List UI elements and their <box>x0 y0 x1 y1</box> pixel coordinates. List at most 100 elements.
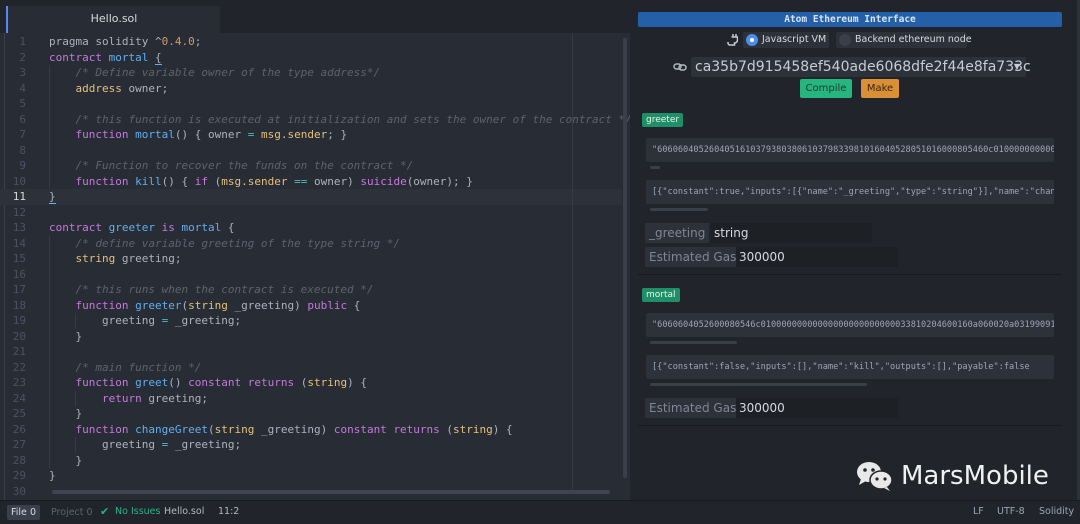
vertical-scrollbar[interactable] <box>623 38 627 478</box>
code-token: string <box>75 252 116 265</box>
line-number[interactable]: 5 <box>0 96 26 112</box>
line-number[interactable]: 6 <box>0 112 26 128</box>
code-line[interactable]: 21 <box>0 344 622 360</box>
abi-scrollbar[interactable] <box>650 208 708 211</box>
compile-button[interactable]: Compile <box>800 79 852 98</box>
line-number[interactable]: 1 <box>0 34 26 50</box>
code-line[interactable]: 18 function greeter(string _greeting) pu… <box>0 298 622 314</box>
line-number[interactable]: 19 <box>0 313 26 329</box>
greeter-bytecode[interactable]: "606060405260405161037938038061037983398… <box>646 138 1054 162</box>
line-number[interactable]: 23 <box>0 375 26 391</box>
code-line[interactable]: 6 /* this function is executed at initia… <box>0 112 631 128</box>
code-line[interactable]: 9 /* Function to recover the funds on th… <box>0 158 622 174</box>
line-number[interactable]: 30 <box>0 484 26 500</box>
abi-scrollbar[interactable] <box>650 383 867 386</box>
line-number[interactable]: 17 <box>0 282 26 298</box>
code-line[interactable]: 3 /* Define variable owner of the type a… <box>0 65 622 81</box>
line-number[interactable]: 27 <box>0 437 26 453</box>
bytecode-scrollbar[interactable] <box>650 341 737 344</box>
code-line[interactable]: 20 } <box>0 329 622 345</box>
line-content: contract mortal { <box>49 50 162 66</box>
line-number[interactable]: 7 <box>0 127 26 143</box>
code-line[interactable]: 14 /* define variable greeting of the ty… <box>0 236 622 252</box>
code-line[interactable]: 17 /* this runs when the contract is exe… <box>0 282 622 298</box>
line-number[interactable]: 3 <box>0 65 26 81</box>
code-line[interactable]: 12 <box>0 205 622 221</box>
code-line[interactable]: 26 function changeGreet(string _greeting… <box>0 422 622 438</box>
code-line[interactable]: 23 function greet() constant returns (st… <box>0 375 622 391</box>
line-number[interactable]: 14 <box>0 236 26 252</box>
greeter-abi[interactable]: [{"constant":true,"inputs":[{"name":"_gr… <box>646 180 1054 204</box>
line-number[interactable]: 12 <box>0 205 26 221</box>
radio-javascript-vm[interactable]: Javascript VM <box>743 32 829 48</box>
code-line[interactable]: 7 function mortal() { owner = msg.sender… <box>0 127 622 143</box>
line-number[interactable]: 26 <box>0 422 26 438</box>
code-line[interactable]: 19 greeting = _greeting; <box>0 313 622 329</box>
line-number[interactable]: 4 <box>0 81 26 97</box>
code-token: public <box>307 298 348 312</box>
linter-status[interactable]: No Issues <box>115 501 160 523</box>
project-issues-tab[interactable]: Project 0 <box>49 505 95 520</box>
horizontal-scrollbar[interactable] <box>52 490 610 494</box>
estimated-gas-input[interactable] <box>736 247 898 267</box>
line-content: function greeter(string _greeting) publi… <box>49 298 361 314</box>
line-number[interactable]: 11 <box>0 189 26 205</box>
radio-backend-node[interactable]: Backend ethereum node <box>836 32 972 48</box>
code-line[interactable]: 4 address owner; <box>0 81 622 97</box>
file-issues-tab[interactable]: File 0 <box>7 505 40 520</box>
code-line[interactable]: 10 function kill() { if (msg.sender == o… <box>0 174 622 190</box>
line-number[interactable]: 24 <box>0 391 26 407</box>
account-select[interactable]: ca35b7d915458ef540ade6068dfe2f44e8fa733c… <box>691 57 1031 77</box>
line-number[interactable]: 16 <box>0 267 26 283</box>
greeting-param-input[interactable] <box>711 223 872 243</box>
code-line[interactable]: 8 <box>0 143 622 159</box>
code-line[interactable]: 15 string greeting; <box>0 251 622 267</box>
mortal-bytecode[interactable]: "6060604052600080546c0100000000000000000… <box>646 313 1054 337</box>
code-line[interactable]: 25 } <box>0 406 622 422</box>
line-number[interactable]: 15 <box>0 251 26 267</box>
line-content: } <box>49 189 56 205</box>
line-number[interactable]: 20 <box>0 329 26 345</box>
tab-hello-sol[interactable]: Hello.sol <box>6 6 220 33</box>
line-number[interactable]: 21 <box>0 344 26 360</box>
line-number[interactable]: 10 <box>0 174 26 190</box>
line-number[interactable]: 22 <box>0 360 26 376</box>
code-line[interactable]: 1 pragma solidity ^0.4.0; <box>0 34 622 50</box>
code-line[interactable]: 27 greeting = _greeting; <box>0 437 622 453</box>
code-token: pragma solidity ^ <box>49 35 162 48</box>
code-token: greeting; <box>141 391 208 405</box>
code-line[interactable]: 16 <box>0 267 622 283</box>
grammar-selector[interactable]: Solidity <box>1039 501 1074 523</box>
code-line[interactable]: 24 return greeting; <box>0 391 622 407</box>
line-number[interactable]: 2 <box>0 50 26 66</box>
line-ending-selector[interactable]: LF <box>973 501 984 523</box>
line-number[interactable]: 9 <box>0 158 26 174</box>
line-number[interactable]: 29 <box>0 468 26 484</box>
code-line[interactable]: 22 /* main function */ <box>0 360 622 376</box>
line-number[interactable]: 8 <box>0 143 26 159</box>
code-line[interactable]: 5 <box>0 96 622 112</box>
bytecode-scrollbar[interactable] <box>650 166 660 169</box>
encoding-selector[interactable]: UTF-8 <box>997 501 1025 523</box>
line-number[interactable]: 25 <box>0 406 26 422</box>
estimated-gas-input[interactable] <box>736 398 898 418</box>
code-line[interactable]: 29} <box>0 468 622 484</box>
mortal-abi[interactable]: [{"constant":false,"inputs":[],"name":"k… <box>646 355 1054 379</box>
code-line[interactable]: 11} <box>0 189 622 205</box>
line-number[interactable]: 18 <box>0 298 26 314</box>
line-number[interactable]: 13 <box>0 220 26 236</box>
wechat-icon <box>855 460 895 492</box>
code-line[interactable]: 28 } <box>0 453 622 469</box>
code-token: string <box>214 422 255 436</box>
cursor-position[interactable]: 11:2 <box>218 501 239 523</box>
code-line[interactable]: 13 contract greeter is mortal { <box>0 220 622 236</box>
code-line[interactable]: 2 contract mortal { <box>0 50 622 66</box>
make-button[interactable]: Make <box>861 79 899 98</box>
status-filename[interactable]: Hello.sol <box>164 501 204 523</box>
line-number[interactable]: 28 <box>0 453 26 469</box>
